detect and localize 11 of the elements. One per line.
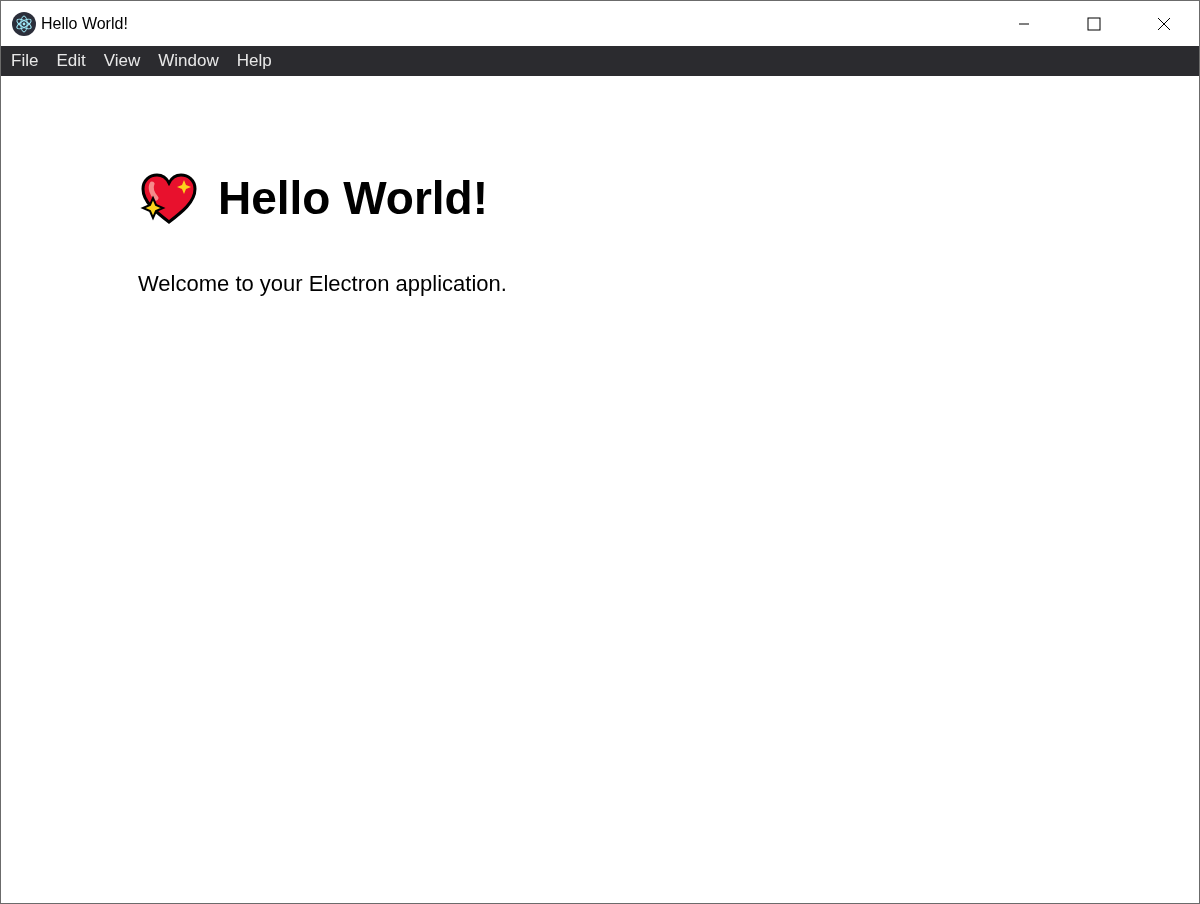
close-icon — [1157, 16, 1171, 31]
menu-item[interactable]: Edit — [47, 46, 95, 76]
menu-item[interactable]: File — [2, 46, 48, 76]
menu-item[interactable]: View — [94, 46, 150, 76]
app-logo-icon — [12, 11, 36, 36]
menu-item[interactable]: Window — [149, 46, 228, 76]
maximize-icon — [1087, 16, 1101, 31]
window-title: Hello World! — [41, 13, 128, 34]
page-heading: Hello World! — [218, 171, 489, 226]
welcome-text: Welcome to your Electron application. — [138, 270, 508, 298]
menu-item[interactable]: Help — [227, 46, 281, 76]
